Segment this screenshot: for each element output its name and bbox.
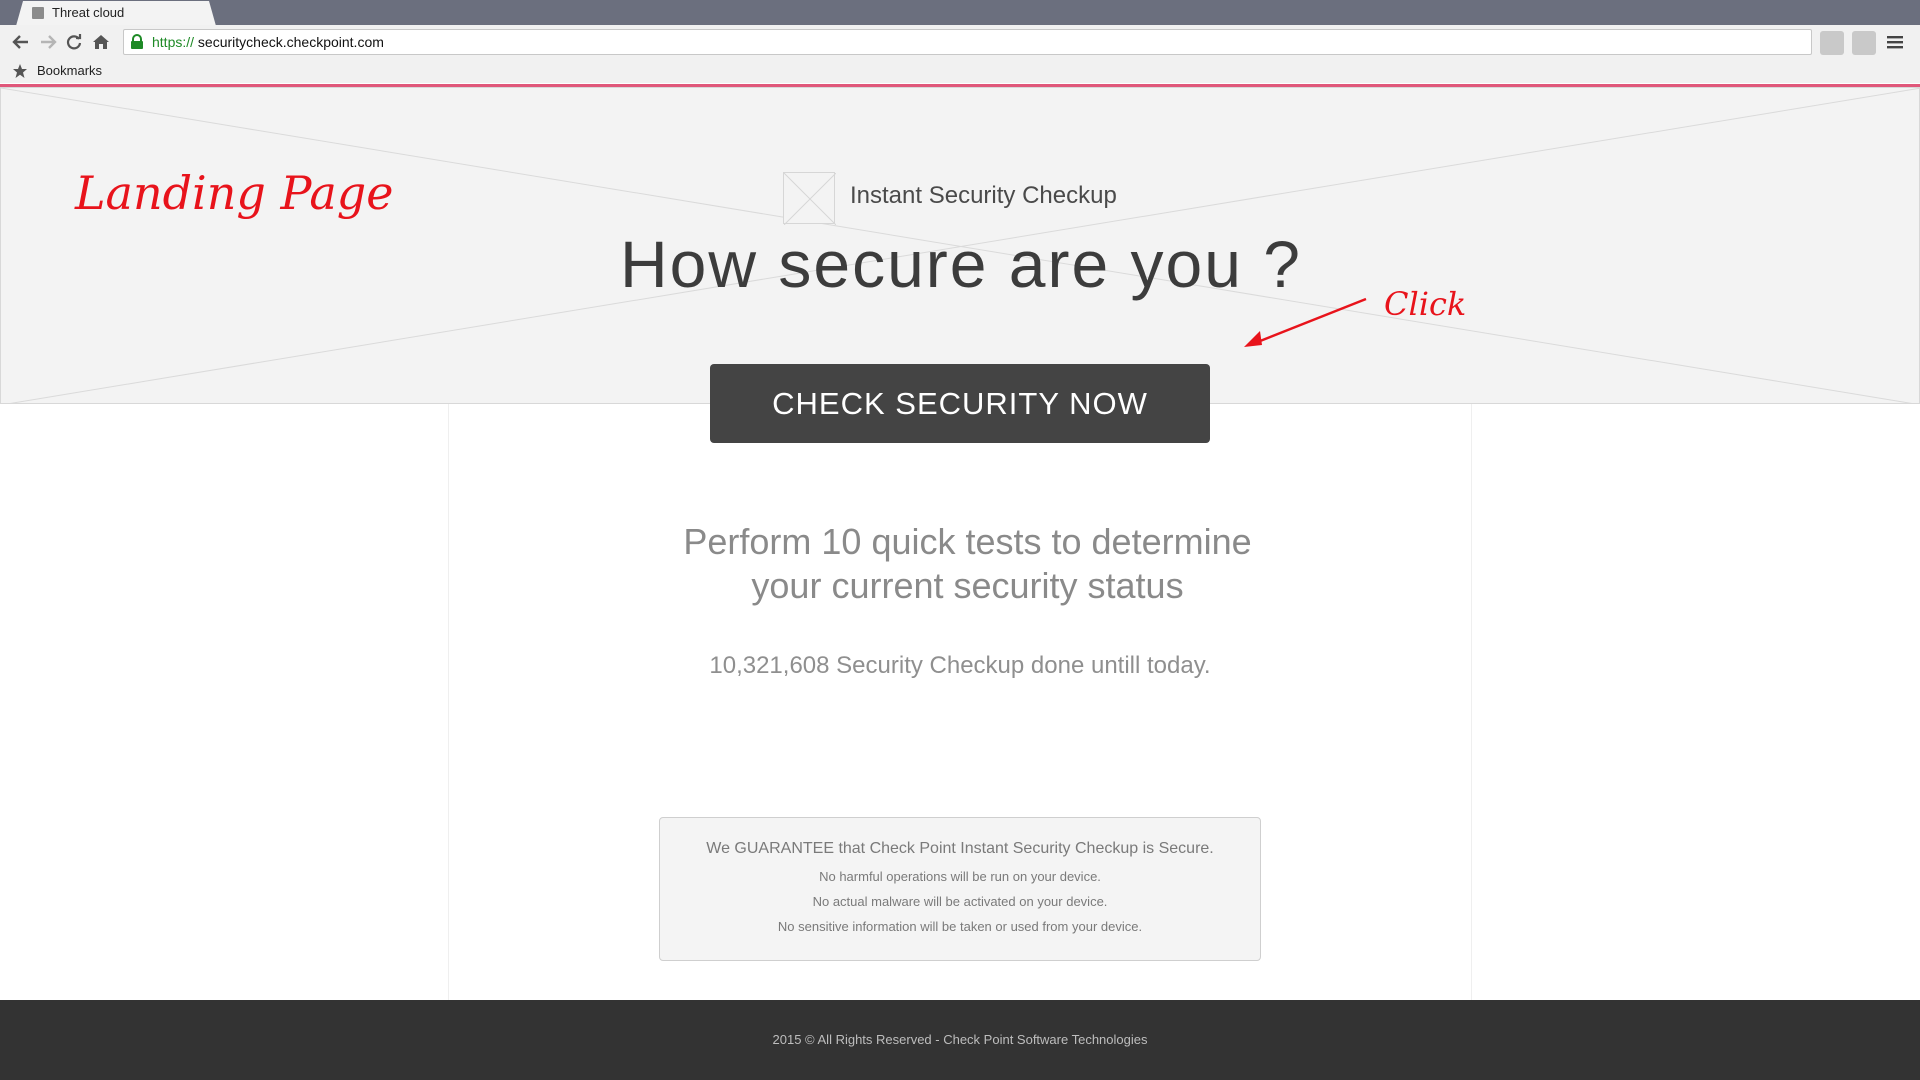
browser-toolbar: https:// securitycheck.checkpoint.com Bo… [0, 25, 1920, 83]
url-host: securitycheck.checkpoint.com [197, 34, 384, 50]
guarantee-box: We GUARANTEE that Check Point Instant Se… [659, 817, 1261, 961]
annotation-click: Click [1384, 285, 1467, 323]
lock-icon [131, 34, 143, 49]
guarantee-title: We GUARANTEE that Check Point Instant Se… [706, 840, 1214, 857]
tab-strip: Threat cloud [0, 0, 1920, 26]
favicon-icon [32, 7, 44, 19]
extension-button-2[interactable] [1852, 31, 1876, 55]
back-arrow-icon [12, 35, 28, 49]
star-icon [13, 64, 27, 78]
home-button[interactable] [90, 31, 112, 53]
hero-subtitle: Instant Security Checkup [850, 182, 1117, 209]
footer-copyright: 2015 © All Rights Reserved - Check Point… [772, 1032, 1148, 1047]
url-scheme: https:// [152, 34, 195, 50]
browser-tab[interactable]: Threat cloud [16, 1, 216, 26]
extension-button-1[interactable] [1820, 31, 1844, 55]
annotation-arrow-icon [1244, 297, 1367, 347]
bookmarks-label[interactable]: Bookmarks [37, 63, 102, 78]
checkup-count: 10,321,608 Security Checkup done untill … [709, 652, 1211, 679]
hero-headline: How secure are you ? [620, 227, 1302, 301]
footer: 2015 © All Rights Reserved - Check Point… [0, 1000, 1920, 1080]
tests-line-1: Perform 10 quick tests to determine [683, 521, 1252, 562]
forward-arrow-icon [41, 35, 57, 49]
logo-placeholder [783, 172, 837, 226]
home-icon [93, 35, 109, 49]
forward-button[interactable] [37, 31, 59, 53]
hero-banner: Landing Page Instant Security Checkup Ho… [0, 87, 1920, 404]
reload-button[interactable] [63, 31, 85, 53]
back-button[interactable] [10, 31, 32, 53]
tests-description: Perform 10 quick tests to determine your… [0, 520, 1920, 608]
guarantee-line: No sensitive information will be taken o… [777, 919, 1143, 934]
placeholder-icon [783, 172, 837, 226]
annotation-landing-page: Landing Page [75, 166, 394, 220]
check-security-now-button[interactable]: CHECK SECURITY NOW [710, 364, 1210, 443]
tests-line-2: your current security status [751, 565, 1184, 606]
url-text: https:// securitycheck.checkpoint.com [152, 34, 384, 50]
tab-title: Threat cloud [52, 5, 125, 20]
reload-icon [66, 34, 82, 50]
menu-icon[interactable] [1886, 34, 1904, 50]
address-bar[interactable]: https:// securitycheck.checkpoint.com [123, 29, 1812, 55]
guarantee-line: No actual malware will be activated on y… [812, 894, 1108, 909]
bookmarks-bar: Bookmarks [0, 58, 1920, 82]
guarantee-line: No harmful operations will be run on you… [819, 869, 1101, 884]
